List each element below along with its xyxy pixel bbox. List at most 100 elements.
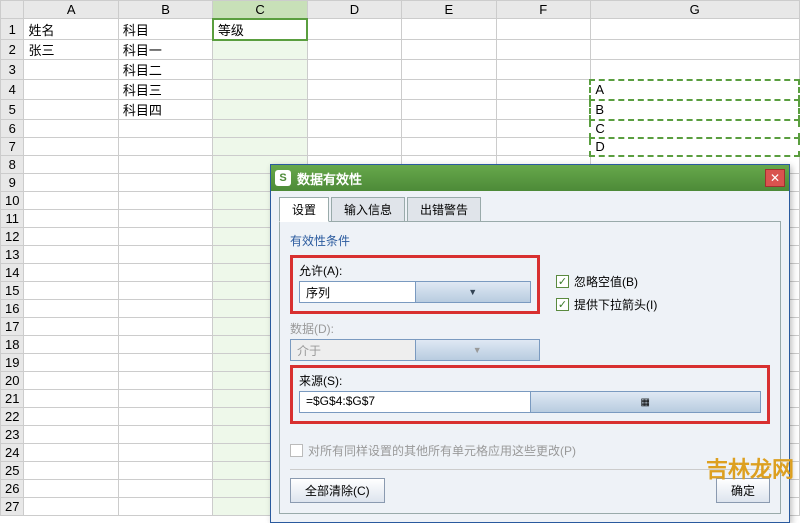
cell-A5[interactable] [24, 100, 118, 120]
row-header[interactable]: 21 [1, 390, 24, 408]
cell-A3[interactable] [24, 60, 118, 80]
cell-A9[interactable] [24, 174, 118, 192]
cell-D3[interactable] [307, 60, 401, 80]
cell-F6[interactable] [496, 120, 590, 138]
tab-settings[interactable]: 设置 [279, 197, 329, 222]
row-header[interactable]: 17 [1, 318, 24, 336]
cell-B14[interactable] [118, 264, 212, 282]
row-header[interactable]: 6 [1, 120, 24, 138]
col-header-C[interactable]: C [213, 1, 307, 19]
row-header[interactable]: 11 [1, 210, 24, 228]
col-header-F[interactable]: F [496, 1, 590, 19]
cell-A23[interactable] [24, 426, 118, 444]
cell-F4[interactable] [496, 80, 590, 100]
row-header[interactable]: 22 [1, 408, 24, 426]
close-button[interactable]: ✕ [765, 169, 785, 187]
cell-D1[interactable] [307, 19, 401, 40]
cell-B18[interactable] [118, 336, 212, 354]
dialog-titlebar[interactable]: S 数据有效性 ✕ [271, 165, 789, 191]
col-header-D[interactable]: D [307, 1, 401, 19]
cell-B24[interactable] [118, 444, 212, 462]
cell-A15[interactable] [24, 282, 118, 300]
cell-C4[interactable] [213, 80, 307, 100]
cell-B10[interactable] [118, 192, 212, 210]
cell-F3[interactable] [496, 60, 590, 80]
cell-B8[interactable] [118, 156, 212, 174]
cell-B22[interactable] [118, 408, 212, 426]
source-input[interactable]: =$G$4:$G$7 ▦ [299, 391, 761, 413]
row-header[interactable]: 20 [1, 372, 24, 390]
corner-cell[interactable] [1, 1, 24, 19]
cell-E6[interactable] [402, 120, 496, 138]
cell-A10[interactable] [24, 192, 118, 210]
cell-B3[interactable]: 科目二 [118, 60, 212, 80]
row-header[interactable]: 25 [1, 462, 24, 480]
cell-E5[interactable] [402, 100, 496, 120]
row-header[interactable]: 3 [1, 60, 24, 80]
row-header[interactable]: 8 [1, 156, 24, 174]
cell-C1[interactable]: 等级 [213, 19, 307, 40]
cell-G4[interactable]: A [590, 80, 799, 100]
cell-G6[interactable]: C [590, 120, 799, 138]
cell-A20[interactable] [24, 372, 118, 390]
cell-A13[interactable] [24, 246, 118, 264]
cell-B17[interactable] [118, 318, 212, 336]
col-header-A[interactable]: A [24, 1, 118, 19]
range-picker-icon[interactable]: ▦ [530, 392, 761, 412]
row-header[interactable]: 12 [1, 228, 24, 246]
cell-B23[interactable] [118, 426, 212, 444]
cell-A22[interactable] [24, 408, 118, 426]
cell-A24[interactable] [24, 444, 118, 462]
cell-A6[interactable] [24, 120, 118, 138]
cell-B2[interactable]: 科目一 [118, 40, 212, 60]
cell-C2[interactable] [213, 40, 307, 60]
row-header[interactable]: 5 [1, 100, 24, 120]
row-header[interactable]: 26 [1, 480, 24, 498]
cell-B11[interactable] [118, 210, 212, 228]
cell-A17[interactable] [24, 318, 118, 336]
allow-dropdown[interactable]: 序列 ▼ [299, 281, 531, 303]
cell-A8[interactable] [24, 156, 118, 174]
cell-G5[interactable]: B [590, 100, 799, 120]
cell-B6[interactable] [118, 120, 212, 138]
cell-G1[interactable] [590, 19, 799, 40]
cell-A25[interactable] [24, 462, 118, 480]
cell-E3[interactable] [402, 60, 496, 80]
cell-B1[interactable]: 科目 [118, 19, 212, 40]
cell-B5[interactable]: 科目四 [118, 100, 212, 120]
cell-B7[interactable] [118, 138, 212, 156]
cell-A1[interactable]: 姓名 [24, 19, 118, 40]
cell-B20[interactable] [118, 372, 212, 390]
cell-B19[interactable] [118, 354, 212, 372]
ignore-blank-checkbox[interactable]: ✓ 忽略空值(B) [556, 273, 770, 290]
row-header[interactable]: 10 [1, 192, 24, 210]
cell-C7[interactable] [213, 138, 307, 156]
row-header[interactable]: 27 [1, 498, 24, 516]
row-header[interactable]: 16 [1, 300, 24, 318]
cell-C5[interactable] [213, 100, 307, 120]
cell-A19[interactable] [24, 354, 118, 372]
cell-A2[interactable]: 张三 [24, 40, 118, 60]
cell-D6[interactable] [307, 120, 401, 138]
cell-A27[interactable] [24, 498, 118, 516]
cell-A4[interactable] [24, 80, 118, 100]
cell-E1[interactable] [402, 19, 496, 40]
cell-A12[interactable] [24, 228, 118, 246]
cell-B15[interactable] [118, 282, 212, 300]
cell-F5[interactable] [496, 100, 590, 120]
cell-E4[interactable] [402, 80, 496, 100]
tab-error-alert[interactable]: 出错警告 [407, 197, 481, 222]
cell-G7[interactable]: D [590, 138, 799, 156]
row-header[interactable]: 24 [1, 444, 24, 462]
row-header[interactable]: 2 [1, 40, 24, 60]
row-header[interactable]: 18 [1, 336, 24, 354]
cell-B9[interactable] [118, 174, 212, 192]
col-header-E[interactable]: E [402, 1, 496, 19]
cell-D5[interactable] [307, 100, 401, 120]
cell-G3[interactable] [590, 60, 799, 80]
cell-A18[interactable] [24, 336, 118, 354]
cell-A26[interactable] [24, 480, 118, 498]
cell-A21[interactable] [24, 390, 118, 408]
cell-A14[interactable] [24, 264, 118, 282]
row-header[interactable]: 14 [1, 264, 24, 282]
